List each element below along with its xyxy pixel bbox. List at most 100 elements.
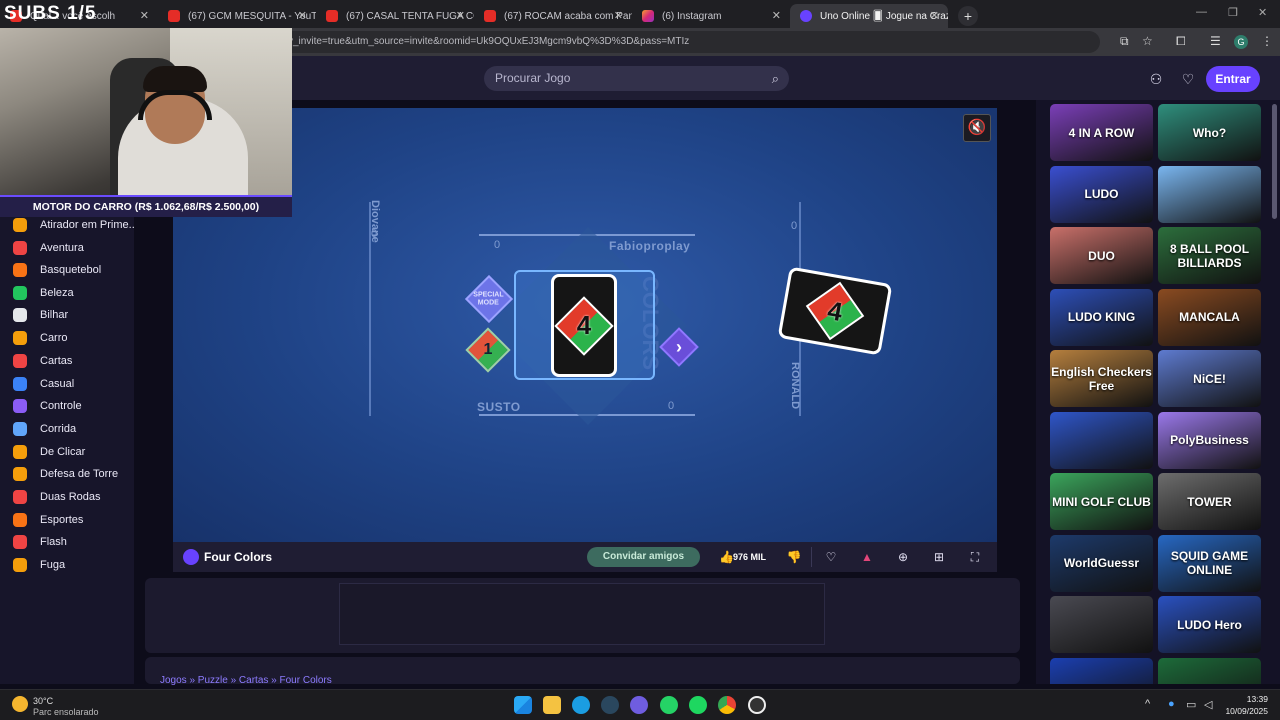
game-toolbar: Four Colors Convidar amigos 👍 976 MIL 👎 ♡… xyxy=(173,542,997,572)
browser-tab[interactable]: (67) GCM MESQUITA - YouTube✕ xyxy=(158,4,316,28)
browser-tab[interactable]: (6) Instagram ✕ xyxy=(632,4,790,28)
game-thumbnail[interactable]: 8 BALL POOL BILLIARDS xyxy=(1158,227,1261,284)
game-canvas[interactable]: 🔇 Fabioproplay 0 SUSTO 0 Diovane 0 RONAL… xyxy=(173,108,997,542)
sidebar-item[interactable]: Basquetebol xyxy=(0,259,134,281)
sidebar-item[interactable]: Duas Rodas xyxy=(0,486,134,508)
spotify-icon[interactable] xyxy=(689,696,707,714)
bookmark-star-icon[interactable]: ☆ xyxy=(1142,34,1153,48)
windows-start-icon[interactable] xyxy=(514,696,532,714)
game-thumbnail[interactable]: WorldGuessr xyxy=(1050,534,1153,592)
game-thumbnail[interactable] xyxy=(1158,165,1261,223)
scrollbar[interactable] xyxy=(1272,104,1277,219)
game-thumbnail[interactable] xyxy=(1050,657,1153,684)
sidebar-item[interactable]: De Clicar xyxy=(0,441,134,463)
thumbs-down-icon[interactable]: 👎 xyxy=(784,547,804,567)
steam-icon[interactable] xyxy=(601,696,619,714)
report-flag-icon[interactable]: ▲ xyxy=(857,547,877,567)
game-thumbnail[interactable]: Who? xyxy=(1158,104,1261,161)
sidebar-item-label: Carro xyxy=(40,332,68,344)
sidebar-item[interactable]: Bilhar xyxy=(0,304,134,326)
layout-grid-icon[interactable]: ⊞ xyxy=(929,547,949,567)
volume-icon[interactable]: ◁ xyxy=(1204,698,1212,711)
favorites-heart-icon[interactable]: ♡ xyxy=(1177,68,1199,90)
sidebar-item[interactable]: Fuga xyxy=(0,554,134,576)
category-icon xyxy=(13,399,27,413)
reading-list-icon[interactable]: ☰ xyxy=(1210,34,1221,48)
extensions-icon[interactable]: ⧠ xyxy=(1176,34,1186,49)
mini-card-number: 1 xyxy=(483,341,493,358)
hand-card[interactable]: 4 xyxy=(551,274,617,377)
discord-icon[interactable] xyxy=(630,696,648,714)
share-icon[interactable]: ⊕ xyxy=(893,547,913,567)
sidebar-item[interactable]: Controle xyxy=(0,395,134,417)
top-player-score: 0 xyxy=(494,239,501,251)
game-thumbnail[interactable]: MINI GOLF CLUB xyxy=(1050,473,1153,530)
sidebar-item[interactable]: Casual xyxy=(0,373,134,395)
sidebar-item[interactable]: Esportes xyxy=(0,509,134,531)
game-thumbnail[interactable]: 4 IN A ROW xyxy=(1050,104,1153,161)
category-icon xyxy=(13,558,27,572)
favorite-heart-icon[interactable]: ♡ xyxy=(821,547,841,567)
sidebar-item[interactable]: Defesa de Torre xyxy=(0,463,134,485)
obs-icon[interactable] xyxy=(748,696,766,714)
game-thumbnail[interactable]: DUO xyxy=(1050,227,1153,284)
sidebar-item[interactable]: Corrida xyxy=(0,418,134,440)
game-thumbnail[interactable]: TOWER xyxy=(1158,473,1261,530)
cast-icon[interactable]: ⧉ xyxy=(1120,34,1129,49)
game-thumbnail[interactable]: LUDO xyxy=(1050,165,1153,223)
game-thumbnail[interactable]: PolyBusiness xyxy=(1158,411,1261,469)
close-tab-icon[interactable]: ✕ xyxy=(456,9,465,22)
game-thumbnail[interactable] xyxy=(1050,596,1153,653)
search-input[interactable]: Procurar Jogo ⌕ xyxy=(484,66,789,91)
chrome-icon[interactable] xyxy=(718,696,736,714)
new-tab-button[interactable]: + xyxy=(958,6,978,26)
url-field[interactable]: y_invite=true&utm_source=invite&roomid=U… xyxy=(280,31,1100,53)
crazygames-icon xyxy=(800,10,812,22)
sidebar-item[interactable]: Flash xyxy=(0,531,134,553)
minimize-icon[interactable]: — xyxy=(1196,6,1207,18)
file-explorer-icon[interactable] xyxy=(543,696,561,714)
sidebar-item[interactable]: Atirador em Prime... xyxy=(0,214,134,236)
game-thumbnail[interactable]: LUDO KING xyxy=(1050,288,1153,346)
browser-tab[interactable]: (67) ROCAM acaba com Pancad✕ xyxy=(474,4,632,28)
game-thumbnail[interactable]: LUDO Hero xyxy=(1158,596,1261,653)
search-icon[interactable]: ⌕ xyxy=(772,66,779,91)
sidebar-item-label: Controle xyxy=(40,400,82,412)
sidebar-item[interactable]: Aventura xyxy=(0,237,134,259)
close-tab-icon[interactable]: ✕ xyxy=(930,9,939,22)
close-tab-icon[interactable]: ✕ xyxy=(614,9,623,22)
game-thumbnail[interactable]: English Checkers Free xyxy=(1050,350,1153,407)
game-thumbnail[interactable] xyxy=(1050,411,1153,469)
right-player-score: 0 xyxy=(791,220,798,232)
fullscreen-icon[interactable]: ⛶ xyxy=(965,547,985,567)
close-tab-icon[interactable]: ✕ xyxy=(772,9,781,22)
browser-tab[interactable]: (67) CASAL TENTA FUGA COM✕ xyxy=(316,4,474,28)
invite-friends-button[interactable]: Convidar amigos xyxy=(587,547,700,567)
login-button[interactable]: Entrar xyxy=(1206,66,1260,92)
edge-icon[interactable] xyxy=(572,696,590,714)
mute-icon[interactable]: 🔇 xyxy=(963,114,991,142)
microphone-icon[interactable]: ● xyxy=(1168,698,1175,710)
breadcrumb[interactable]: Jogos » Puzzle » Cartas » Four Colors xyxy=(160,675,332,686)
chevron-up-icon[interactable]: ^ xyxy=(1145,698,1150,710)
whatsapp-icon[interactable] xyxy=(660,696,678,714)
game-thumbnail[interactable]: SQUID GAME ONLINE xyxy=(1158,534,1261,592)
sidebar-item[interactable]: Beleza xyxy=(0,282,134,304)
friends-icon[interactable]: ⚇ xyxy=(1145,68,1167,90)
sidebar-item[interactable]: Cartas xyxy=(0,350,134,372)
sidebar-item[interactable]: Carro xyxy=(0,327,134,349)
network-icon[interactable]: ▭ xyxy=(1186,698,1196,711)
game-thumbnail[interactable]: MANCALA xyxy=(1158,288,1261,346)
browser-menu-icon[interactable]: ⋮ xyxy=(1261,34,1273,48)
profile-avatar[interactable]: G xyxy=(1234,35,1248,49)
maximize-icon[interactable]: ❐ xyxy=(1228,6,1238,19)
close-tab-icon[interactable]: ✕ xyxy=(298,9,307,22)
game-thumbnail[interactable]: NiCE! xyxy=(1158,350,1261,407)
close-window-icon[interactable]: ✕ xyxy=(1258,6,1267,19)
game-thumbnail[interactable] xyxy=(1158,657,1261,684)
system-clock[interactable]: 13:39 10/09/2025 xyxy=(1220,693,1268,717)
tab-label: (6) Instagram xyxy=(662,10,722,22)
browser-tab-active[interactable]: Uno Online 🂠 Jogue na CrazyGa✕ xyxy=(790,4,948,28)
close-tab-icon[interactable]: ✕ xyxy=(140,9,149,22)
like-button[interactable]: 👍 976 MIL xyxy=(713,547,778,567)
